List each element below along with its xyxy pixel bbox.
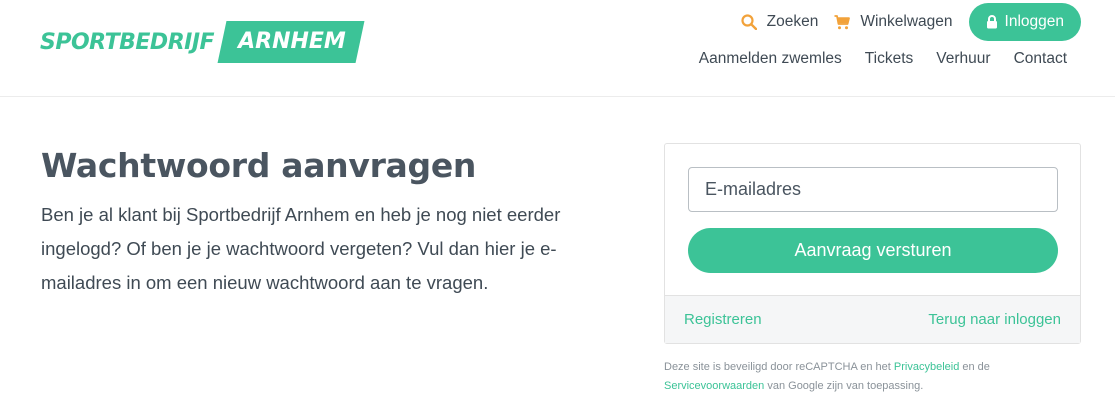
login-button[interactable]: Inloggen [968, 3, 1081, 41]
lock-icon [986, 15, 997, 29]
search-label: Zoeken [766, 13, 819, 30]
nav-item-aanmelden-zwemles[interactable]: Aanmelden zwemles [699, 50, 842, 68]
intro-text: Ben je al klant bij Sportbedrijf Arnhem … [41, 204, 561, 293]
cart-label: Winkelwagen [860, 13, 953, 30]
email-field[interactable] [688, 167, 1058, 212]
password-request-form: Aanvraag versturen Registreren Terug naa… [664, 143, 1081, 344]
form-footer: Registreren Terug naar inloggen [665, 295, 1080, 343]
recaptcha-notice: Deze site is beveiligd door reCAPTCHA en… [664, 358, 1084, 396]
login-label: Inloggen [1004, 13, 1064, 30]
back-to-login-link[interactable]: Terug naar inloggen [928, 311, 1061, 328]
site-header: SPORTBEDRIJF ARNHEM Zoeken Winkelwagen I… [0, 0, 1115, 97]
search-icon [741, 14, 757, 30]
site-logo[interactable]: SPORTBEDRIJF ARNHEM [40, 16, 365, 68]
logo-text-arnhem: ARNHEM [238, 29, 346, 54]
recaptcha-text-3: van Google zijn van toepassing. [767, 380, 924, 392]
register-link[interactable]: Registreren [684, 311, 762, 328]
nav-item-verhuur[interactable]: Verhuur [936, 50, 990, 68]
privacy-policy-link[interactable]: Privacybeleid [894, 361, 959, 373]
logo-text-sportbedrijf: SPORTBEDRIJF [40, 29, 215, 55]
recaptcha-text-2: en de [962, 361, 990, 373]
terms-of-service-link[interactable]: Servicevoorwaarden [664, 380, 764, 392]
main-nav: Aanmelden zwemles Tickets Verhuur Contac… [676, 50, 1067, 68]
cart-link[interactable]: Winkelwagen [834, 13, 953, 31]
submit-request-button[interactable]: Aanvraag versturen [688, 228, 1058, 273]
cart-icon [834, 14, 851, 29]
nav-item-tickets[interactable]: Tickets [865, 50, 914, 68]
page-title: Wachtwoord aanvragen [41, 146, 477, 185]
top-actions: Zoeken Winkelwagen Inloggen [725, 3, 1081, 41]
recaptcha-text-1: Deze site is beveiligd door reCAPTCHA en… [664, 361, 891, 373]
nav-item-contact[interactable]: Contact [1014, 50, 1067, 68]
search-link[interactable]: Zoeken [741, 13, 819, 31]
logo-badge: ARNHEM [217, 21, 365, 63]
